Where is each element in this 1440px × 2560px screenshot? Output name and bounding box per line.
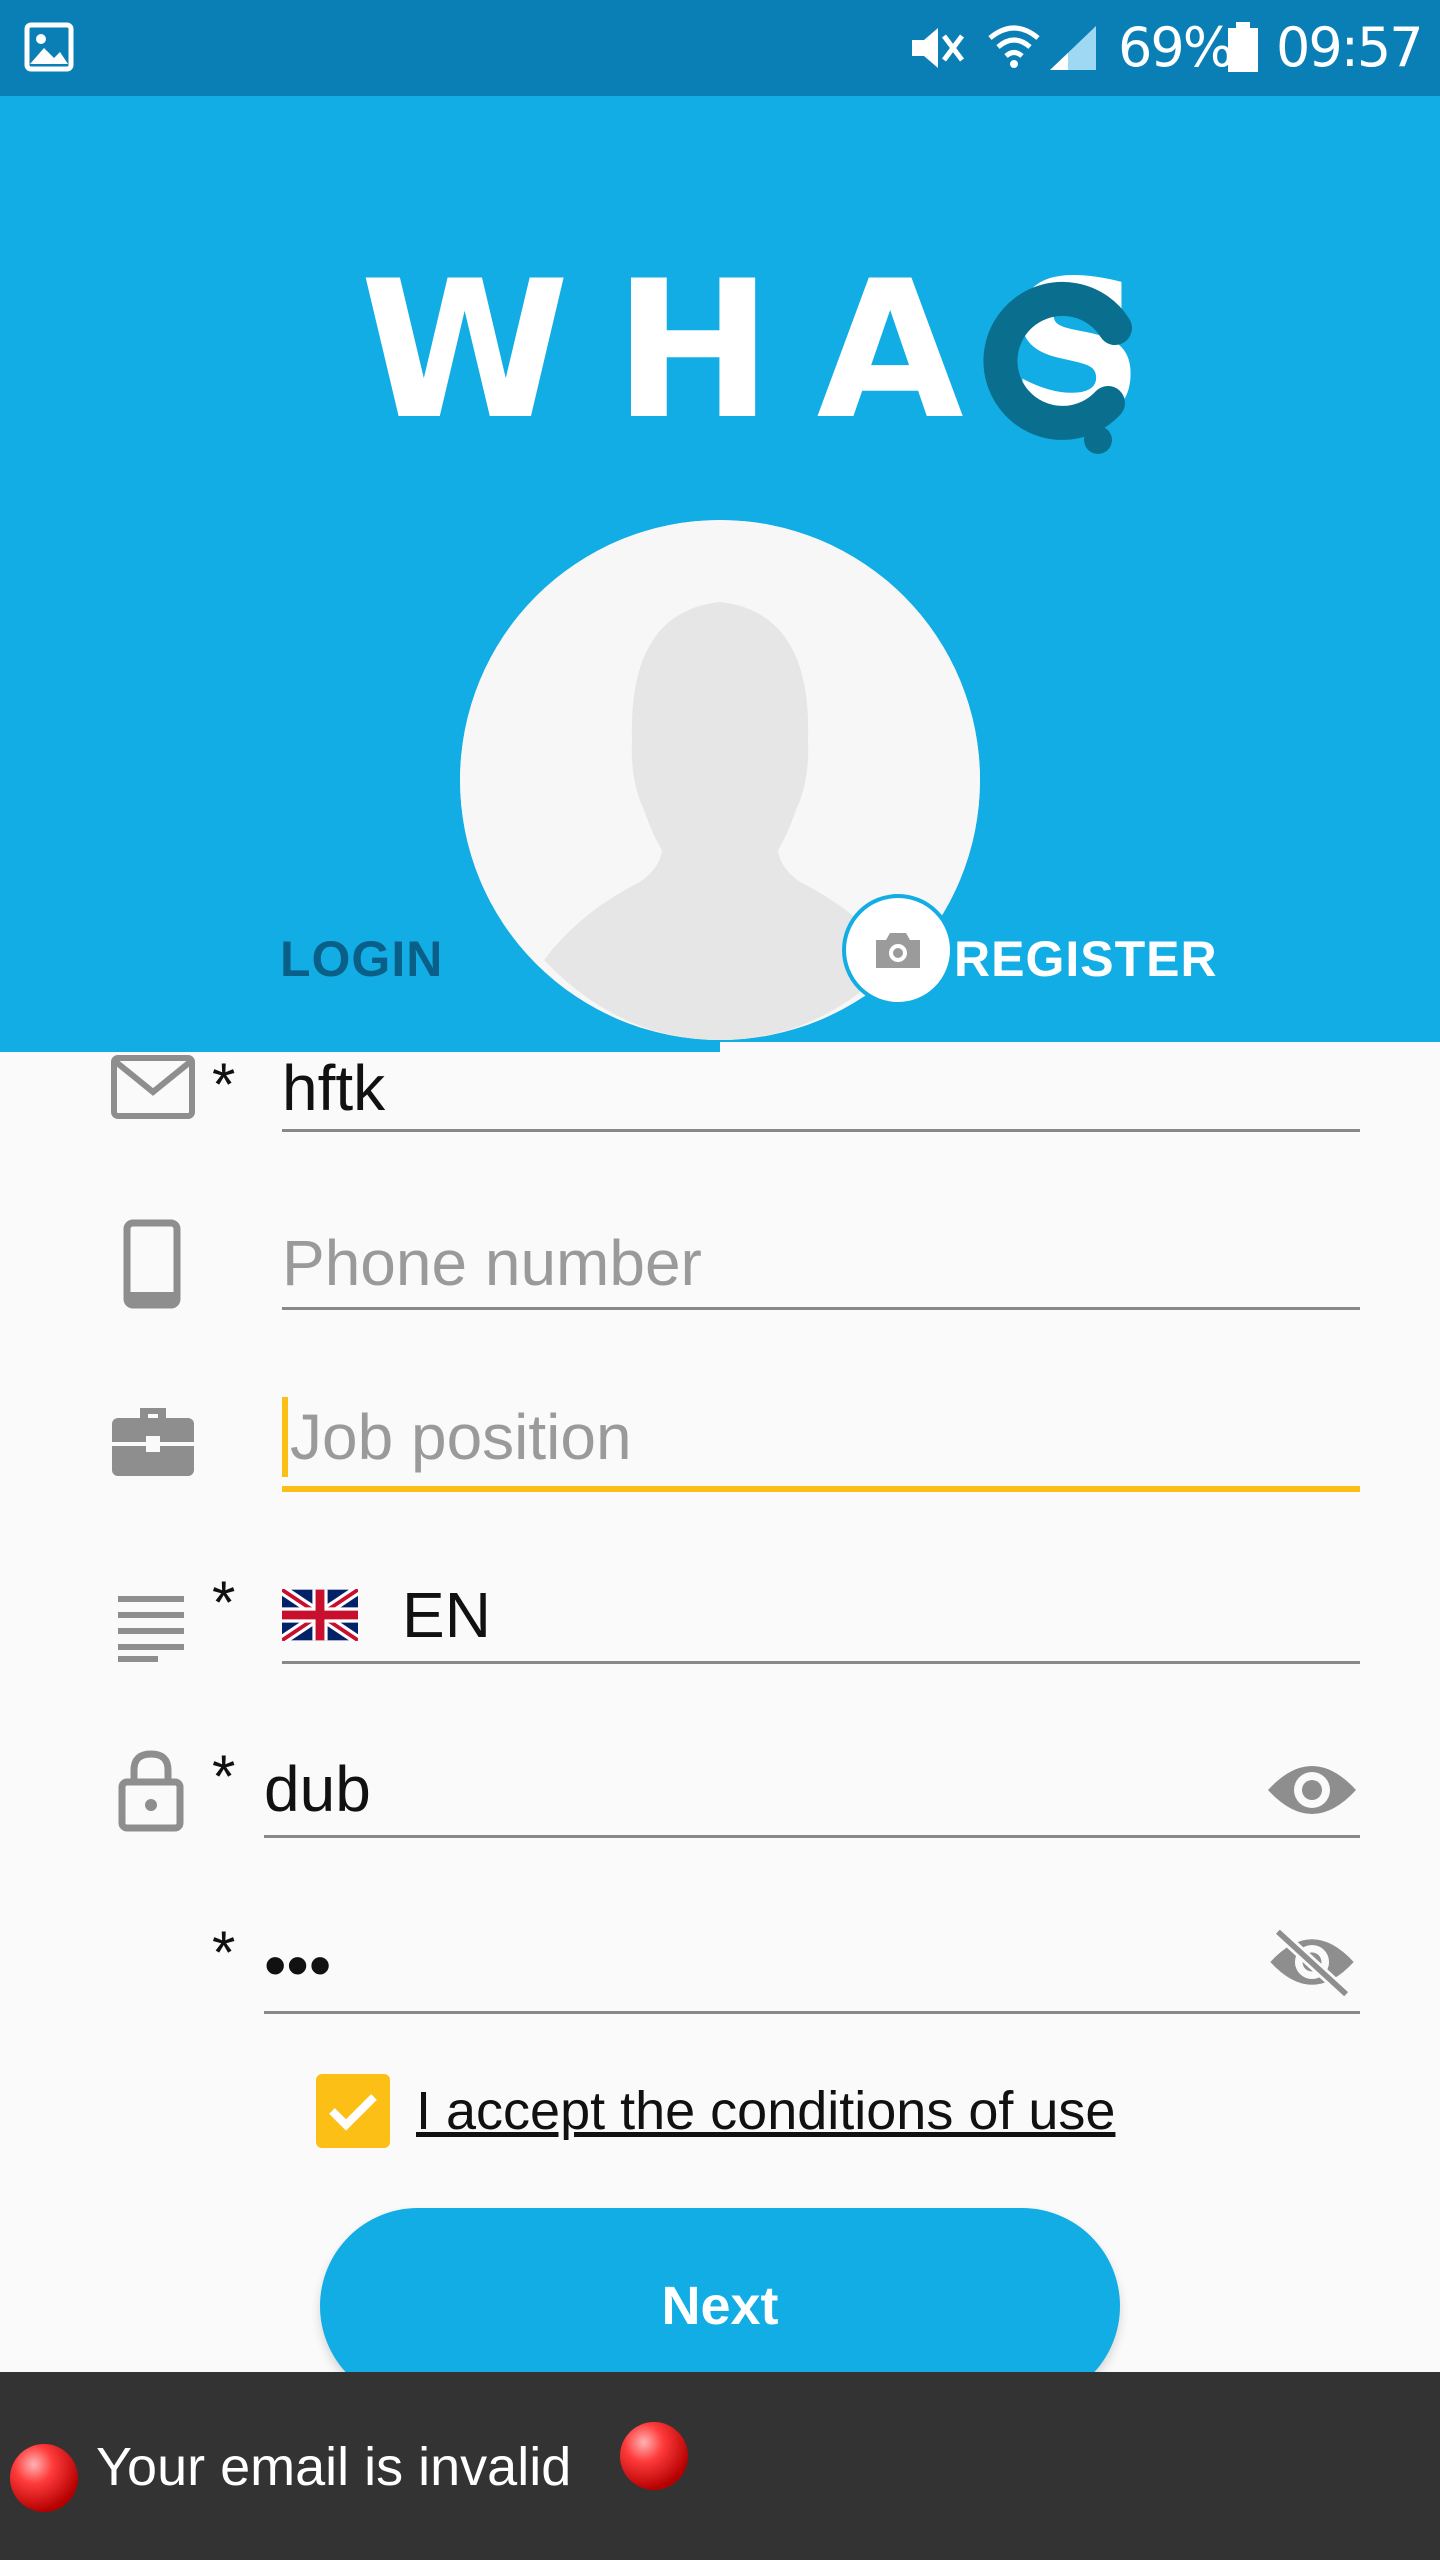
toast-message: Your email is invalid [96, 2437, 572, 2497]
mute-icon [912, 28, 964, 68]
required-marker: * [212, 1919, 236, 1986]
red-circle-icon [620, 2422, 688, 2490]
password-input[interactable]: dub [264, 1742, 1360, 1838]
accept-conditions-checkbox[interactable] [316, 2074, 390, 2148]
required-marker: * [212, 1051, 236, 1118]
signal-icon [1050, 26, 1096, 70]
required-marker: * [212, 1569, 236, 1636]
language-icon [118, 1596, 184, 1662]
clock: 09:57 [1276, 16, 1424, 79]
tab-login[interactable]: LOGIN [280, 930, 443, 988]
email-icon [111, 1055, 195, 1119]
hide-password-eye-icon[interactable] [1264, 1926, 1360, 1998]
show-password-eye-icon[interactable] [1264, 1754, 1360, 1826]
change-photo-button[interactable] [842, 894, 954, 1006]
status-bar: 69% 09:57 [0, 0, 1440, 96]
lock-icon [118, 1750, 184, 1832]
gallery-icon [24, 22, 74, 72]
logo-q-mark [983, 281, 1132, 454]
red-circle-icon [10, 2444, 78, 2512]
required-marker: * [212, 1743, 236, 1810]
tab-register[interactable]: REGISTER [954, 930, 1218, 988]
phone-number-input[interactable]: Phone number [282, 1218, 1360, 1310]
uk-flag-icon [282, 1588, 358, 1641]
job-position-input[interactable]: Job position [282, 1388, 1360, 1492]
language-select[interactable]: EN [282, 1568, 1360, 1664]
email-input[interactable]: hftk [282, 1046, 1360, 1132]
battery-percentage: 69% [1118, 16, 1234, 79]
wifi-icon [988, 25, 1040, 68]
whasq-logo: WHAS [360, 240, 1189, 461]
battery-icon [1228, 22, 1258, 72]
text-cursor [282, 1397, 288, 1477]
briefcase-icon [112, 1408, 194, 1476]
header: WHAS [0, 96, 1440, 1052]
error-toast: Your email is invalid [0, 2372, 1440, 2560]
checkmark-icon [329, 2094, 377, 2131]
confirm-password-input[interactable]: ••• [264, 1918, 1360, 2014]
conditions-of-use-link[interactable]: I accept the conditions of use [416, 2080, 1115, 2142]
camera-icon [876, 933, 920, 968]
phone-icon [123, 1219, 181, 1309]
